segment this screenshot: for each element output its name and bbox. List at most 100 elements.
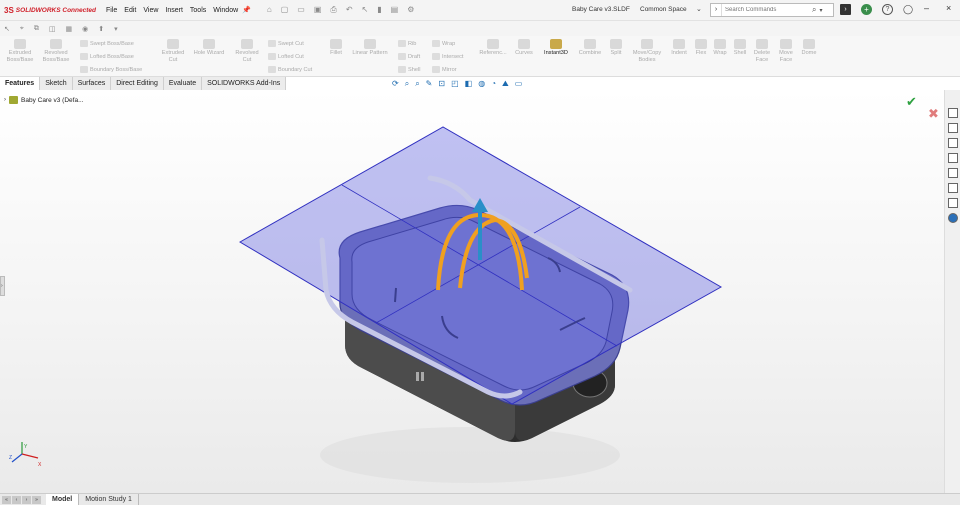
add-user-icon[interactable]: + [861,4,872,15]
delete-face-button[interactable]: Delete Face [750,39,774,64]
solidworks-forum-icon[interactable] [948,198,958,208]
open-folder-icon[interactable]: ▭ [297,5,305,15]
options-gear-icon[interactable]: ⚙ [407,5,414,15]
expand-arrow-icon[interactable]: › [4,97,6,103]
section-view-icon[interactable]: ✎ [426,79,433,89]
menu-tools[interactable]: Tools [190,7,206,14]
tab-addins[interactable]: SOLIDWORKS Add-Ins [202,77,287,90]
reference-geometry-button[interactable]: Referenc... [476,39,510,57]
help-icon[interactable]: ? [882,4,893,15]
rib-button[interactable]: Rib [398,40,416,47]
close-icon[interactable]: × [946,3,951,13]
tab-motion-study-1[interactable]: Motion Study 1 [79,493,139,505]
combine-button[interactable]: Combine [576,39,604,57]
search-dropdown-icon[interactable]: ▾ [819,7,822,14]
print-icon[interactable]: ⎙ [330,5,336,15]
boundary-cut-button[interactable]: Boundary Cut [268,66,312,73]
menu-window[interactable]: Window [213,7,238,14]
new-document-icon[interactable]: ▢ [281,5,289,15]
tab-sketch[interactable]: Sketch [40,77,73,90]
tab-model[interactable]: Model [46,493,80,505]
previous-view-icon[interactable]: ⌕ [415,79,419,89]
confirm-check-icon[interactable]: ✔ [906,94,917,110]
design-library-icon[interactable] [948,123,958,133]
minimize-icon[interactable]: – [924,3,929,13]
boundary-boss-button[interactable]: Boundary Boss/Base [80,66,142,73]
cancel-x-icon[interactable]: ✖ [928,106,939,122]
file-explorer-icon[interactable] [948,138,958,148]
extruded-cut-button[interactable]: Extruded Cut [157,39,189,64]
display-style-icon[interactable]: ◧ [465,79,473,89]
resources-icon[interactable] [948,108,958,118]
face-icon[interactable]: ▦ [65,25,72,33]
shell-button[interactable]: Shell [730,39,750,57]
flex-button[interactable]: Flex [692,39,710,57]
rebuild-icon[interactable]: ▮ [377,5,381,15]
undo-icon[interactable]: ↶ [346,5,353,15]
selected-plane[interactable] [239,126,723,405]
dynamic-annotation-icon[interactable]: ⊡ [438,79,445,89]
move-copy-bodies-button[interactable]: Move/Copy Bodies [627,39,667,64]
draft-button[interactable]: Draft [398,53,420,60]
revolved-cut-button[interactable]: Revolved Cut [230,39,264,64]
first-tab-icon[interactable]: « [2,495,11,504]
split-button[interactable]: Split [606,39,626,57]
save-icon[interactable]: ▣ [314,5,322,15]
pin-icon[interactable]: 📌 [242,6,251,14]
globe-icon[interactable] [948,213,958,223]
tab-features[interactable]: Features [0,77,41,90]
lofted-cut-button[interactable]: Lofted Cut [268,53,304,60]
search-icon[interactable]: ⌕ [812,5,816,15]
view-icon[interactable]: ◫ [49,25,56,33]
appearances-icon[interactable] [948,168,958,178]
custom-properties-icon[interactable] [948,183,958,193]
swept-cut-button[interactable]: Swept Cut [268,40,304,47]
fillet-button[interactable]: Fillet [326,39,346,57]
lofted-boss-button[interactable]: Lofted Boss/Base [80,53,134,60]
tab-direct-editing[interactable]: Direct Editing [111,77,164,90]
view-settings-icon[interactable]: ▭ [515,79,523,89]
copy-icon[interactable]: ⧉ [34,25,39,33]
last-tab-icon[interactable]: » [32,495,41,504]
scene-icon[interactable]: ⛰ [502,79,509,89]
cursor-icon[interactable]: ⌖ [20,25,24,33]
menu-insert[interactable]: Insert [165,7,183,14]
prev-tab-icon[interactable]: ‹ [12,495,21,504]
swept-boss-button[interactable]: Swept Boss/Base [80,40,134,47]
search-input[interactable] [722,7,810,13]
mirror-button[interactable]: Mirror [432,66,457,73]
next-tab-icon[interactable]: › [22,495,31,504]
intersect-button[interactable]: Intersect [432,53,463,60]
linear-pattern-button[interactable]: Linear Pattern [347,39,393,57]
select-icon[interactable]: ↖ [362,5,369,15]
menu-file[interactable]: File [106,7,117,14]
pointer-icon[interactable]: ↖ [4,25,10,33]
graphics-area[interactable] [0,90,944,493]
panel-collapse-handle[interactable]: › [0,276,5,296]
wrap-button[interactable]: Wrap [710,39,730,57]
extruded-boss-button[interactable]: Extruded Boss/Base [4,39,36,64]
curves-button[interactable]: Curves [512,39,536,57]
command-prompt-icon[interactable]: › [711,4,722,16]
menu-view[interactable]: View [143,7,158,14]
view-orientation-icon[interactable]: ◰ [451,79,459,89]
indent-button[interactable]: Indent [668,39,690,57]
home-icon[interactable]: ⌂ [267,5,272,15]
dropdown-icon[interactable]: ▾ [114,25,118,33]
hole-wizard-button[interactable]: Hole Wizard [190,39,228,57]
move-face-button[interactable]: Move Face [774,39,798,64]
view-palette-icon[interactable] [948,153,958,163]
terminal-icon[interactable]: › [840,4,851,15]
chevron-down-icon[interactable]: ⌄ [696,5,702,13]
file-properties-icon[interactable]: ▤ [391,5,399,15]
hide-show-icon[interactable]: ◍ [478,79,485,89]
color-icon[interactable]: ◉ [82,25,88,33]
app-logo[interactable]: 3S SOLIDWORKS Connected [0,6,100,15]
user-avatar-icon[interactable]: ◯ [903,4,913,15]
revolved-boss-button[interactable]: Revolved Boss/Base [39,39,73,64]
zoom-area-icon[interactable]: ⌕ [405,79,409,89]
arrow-icon[interactable]: ⬆ [98,25,104,33]
appearance-icon[interactable]: ◔ [491,79,496,89]
shell-small-button[interactable]: Shell [398,66,420,73]
space-selector[interactable]: Common Space [640,6,687,13]
